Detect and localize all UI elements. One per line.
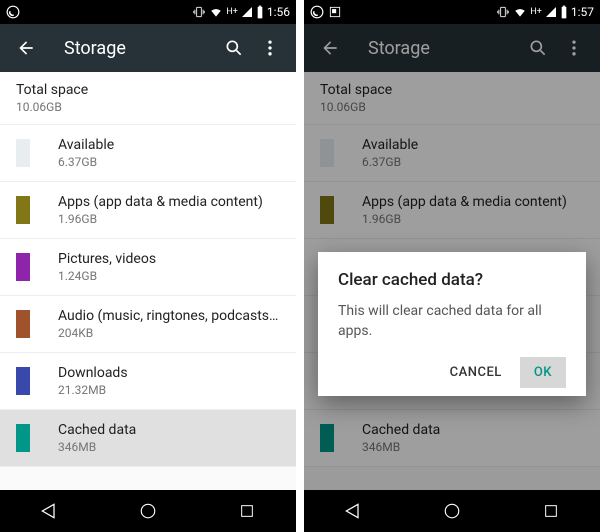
- item-label: Pictures, videos: [58, 251, 280, 267]
- clock: 1:56: [267, 5, 290, 19]
- status-bar: H+ 1:56: [0, 0, 296, 24]
- vibrate-icon: [192, 5, 206, 19]
- color-swatch: [16, 367, 30, 395]
- nav-back[interactable]: [323, 493, 383, 529]
- color-swatch: [16, 310, 30, 338]
- app-bar: Storage: [0, 24, 296, 72]
- screenshot-icon: [328, 5, 342, 19]
- storage-item[interactable]: Pictures, videos 1.24GB: [0, 239, 296, 296]
- signal-icon: [241, 6, 253, 18]
- phone-left: H+ 1:56 Storage Total space 10.06GB Avai…: [0, 0, 296, 532]
- nav-home[interactable]: [118, 493, 178, 529]
- color-swatch: [16, 424, 30, 452]
- search-button[interactable]: [216, 30, 252, 66]
- item-value: 346MB: [58, 440, 280, 454]
- battery-icon: [256, 5, 264, 19]
- ok-button[interactable]: OK: [520, 357, 566, 388]
- storage-item[interactable]: Cached data 346MB: [0, 410, 296, 467]
- whatsapp-icon: [6, 5, 20, 19]
- back-button[interactable]: [8, 30, 44, 66]
- appbar-scrim: [304, 24, 600, 72]
- network-label: H+: [226, 7, 238, 17]
- status-bar: H+ 1:57: [304, 0, 600, 24]
- color-swatch: [16, 196, 30, 224]
- nav-home[interactable]: [422, 493, 482, 529]
- storage-item[interactable]: Downloads 21.32MB: [0, 353, 296, 410]
- overflow-button[interactable]: [252, 30, 288, 66]
- nav-bar: [304, 490, 600, 532]
- nav-bar: [0, 490, 296, 532]
- wifi-icon: [513, 5, 527, 19]
- storage-item[interactable]: Audio (music, ringtones, podcasts, et.. 2…: [0, 296, 296, 353]
- storage-list: Total space 10.06GB Available 6.37GB Apps …: [0, 72, 296, 490]
- page-title: Storage: [64, 38, 216, 59]
- app-bar: Storage: [304, 24, 600, 72]
- item-value: 1.96GB: [58, 212, 280, 226]
- storage-item[interactable]: Apps (app data & media content) 1.96GB: [0, 182, 296, 239]
- clock: 1:57: [571, 5, 594, 19]
- phone-right: H+ 1:57 Storage Total space 10.06GB Avai…: [304, 0, 600, 532]
- item-value: 6.37GB: [58, 155, 280, 169]
- battery-icon: [560, 5, 568, 19]
- total-value: 10.06GB: [16, 100, 280, 114]
- clear-cache-dialog: Clear cached data? This will clear cache…: [318, 252, 586, 396]
- item-label: Available: [58, 137, 280, 153]
- item-label: Downloads: [58, 365, 280, 381]
- nav-recents[interactable]: [217, 493, 277, 529]
- dialog-body: This will clear cached data for all apps…: [338, 302, 566, 341]
- total-space-item[interactable]: Total space 10.06GB: [0, 72, 296, 125]
- vibrate-icon: [496, 5, 510, 19]
- signal-icon: [545, 6, 557, 18]
- item-label: Cached data: [58, 422, 280, 438]
- network-label: H+: [530, 7, 542, 17]
- item-value: 21.32MB: [58, 383, 280, 397]
- item-value: 1.24GB: [58, 269, 280, 283]
- item-value: 204KB: [58, 326, 280, 340]
- nav-back[interactable]: [19, 493, 79, 529]
- storage-list: Total space 10.06GB Available6.37GBApps …: [304, 72, 600, 490]
- storage-item[interactable]: Available 6.37GB: [0, 125, 296, 182]
- nav-recents[interactable]: [521, 493, 581, 529]
- item-label: Audio (music, ringtones, podcasts, et..: [58, 308, 280, 324]
- wifi-icon: [209, 5, 223, 19]
- total-label: Total space: [16, 82, 280, 98]
- color-swatch: [16, 253, 30, 281]
- dialog-title: Clear cached data?: [338, 270, 566, 290]
- color-swatch: [16, 139, 30, 167]
- item-label: Apps (app data & media content): [58, 194, 280, 210]
- whatsapp-icon: [310, 5, 324, 19]
- cancel-button[interactable]: CANCEL: [436, 357, 516, 388]
